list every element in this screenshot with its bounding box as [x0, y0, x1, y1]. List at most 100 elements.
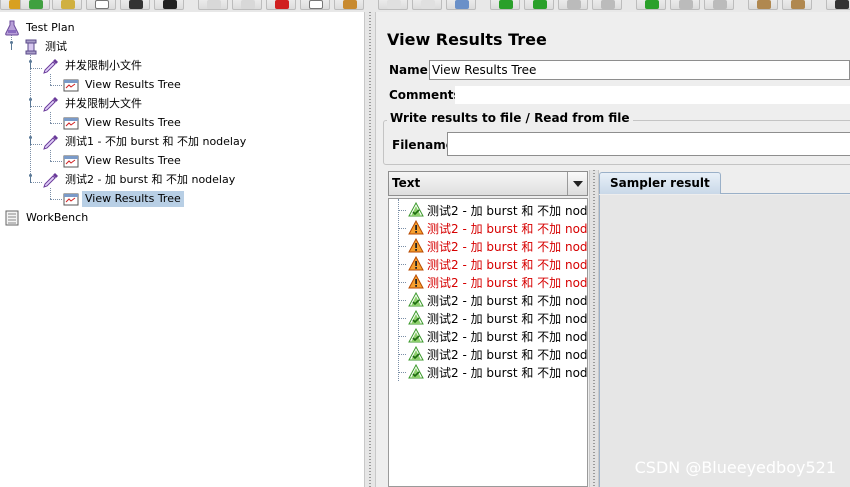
success-check-icon — [408, 327, 424, 344]
toolbar-button-clear-all-icon[interactable] — [782, 0, 812, 10]
tree-node-workbench[interactable]: WorkBench — [4, 209, 91, 227]
result-list-item[interactable]: 测试2 - 加 burst 和 不加 nodelay — [389, 237, 588, 255]
main-toolbar — [0, 0, 850, 12]
test-plan-tree: Test Plan 测试 并发限制小文件 View Results Tree 并… — [0, 12, 364, 487]
tree-node-sampler[interactable]: 测试2 - 加 burst 和 不加 nodelay — [43, 171, 238, 189]
result-list-item[interactable]: 测试2 - 加 burst 和 不加 nodelay — [389, 273, 587, 291]
renderer-select[interactable]: Text — [388, 171, 588, 196]
toolbar-button-paste-icon[interactable] — [334, 0, 364, 10]
toolbar-button-close-icon[interactable] — [86, 0, 116, 10]
result-list-item-label: 测试2 - 加 burst 和 不加 nodelay — [427, 347, 588, 362]
result-list-item[interactable]: 测试2 - 加 burst 和 不加 nodelay — [389, 219, 588, 237]
tab-sampler-result[interactable]: Sampler result — [599, 172, 721, 194]
toolbar-button-remote-stop-icon[interactable] — [670, 0, 700, 10]
toolbar-button-open-icon[interactable] — [52, 0, 82, 10]
results-tree-listener-icon — [63, 153, 79, 169]
toolbar-button-search-icon[interactable] — [826, 0, 850, 10]
toolbar-button-save-screenshot-icon[interactable] — [154, 0, 184, 10]
results-tree-listener-icon — [63, 115, 79, 131]
renderer-select-value: Text — [392, 176, 421, 190]
results-split-divider[interactable] — [589, 170, 599, 487]
result-list-item[interactable]: 测试2 - 加 burst 和 不加 nodelay — [389, 201, 588, 219]
sampler-result-body — [599, 195, 850, 487]
tree-toggle-handle-icon[interactable] — [27, 98, 34, 107]
result-list-item[interactable]: 测试2 - 加 burst 和 不加 nodelay — [389, 363, 588, 381]
toolbar-button-undo-icon[interactable] — [198, 0, 228, 10]
result-list-item[interactable]: 测试2 - 加 burst 和 不加 nodelay — [389, 345, 588, 363]
result-list-item[interactable]: 测试2 - 加 burst 和 不加 nodelay — [389, 291, 588, 309]
result-list-item-label: 测试2 - 加 burst 和 不加 nodelay — [427, 239, 588, 254]
toolbar-button-remote-start-icon[interactable] — [636, 0, 666, 10]
tree-node-view-results-tree[interactable]: View Results Tree — [63, 114, 184, 132]
tree-node-sampler[interactable]: 并发限制小文件 — [43, 57, 145, 75]
toolbar-button-start-icon[interactable] — [490, 0, 520, 10]
http-sampler-pipette-icon — [43, 172, 59, 188]
results-tree-listener-icon — [63, 77, 79, 93]
toolbar-button-start-no-timers-icon[interactable] — [524, 0, 554, 10]
results-tree-listener-icon — [63, 191, 79, 207]
http-sampler-pipette-icon — [43, 134, 59, 150]
page-title: View Results Tree — [387, 30, 547, 49]
result-list-item-label: 测试2 - 加 burst 和 不加 nodelay — [427, 293, 588, 308]
tree-node-thread-group[interactable]: 测试 — [23, 38, 70, 56]
toolbar-button-copy-icon[interactable] — [300, 0, 330, 10]
filename-label: Filename — [392, 138, 454, 152]
toolbar-button-redo-icon[interactable] — [232, 0, 262, 10]
result-list-item-label: 测试2 - 加 burst 和 不加 nodelay — [427, 203, 588, 218]
tree-toggle-handle-icon[interactable] — [27, 174, 34, 183]
toolbar-button-toggle-icon[interactable] — [446, 0, 476, 10]
view-results-tree-panel: View Results Tree Name: Comments: Write … — [377, 12, 850, 487]
sample-results-list: 测试2 - 加 burst 和 不加 nodelay 测试2 - 加 burst … — [388, 198, 588, 487]
warning-triangle-icon — [408, 219, 424, 236]
http-sampler-pipette-icon — [43, 96, 59, 112]
toolbar-button-stop-icon[interactable] — [558, 0, 588, 10]
test-plan-flask-icon — [4, 20, 20, 36]
main-split-divider[interactable] — [364, 12, 376, 487]
success-check-icon — [408, 363, 424, 380]
comments-label: Comments: — [389, 88, 466, 102]
watermark: CSDN @Blueeyedboy521 — [634, 458, 836, 477]
detail-tab-strip: Sampler result — [599, 170, 850, 194]
toolbar-button-templates-icon[interactable] — [20, 0, 50, 10]
name-label: Name: — [389, 63, 433, 77]
http-sampler-pipette-icon — [43, 58, 59, 74]
comments-field[interactable] — [455, 86, 850, 104]
result-list-item-label: 测试2 - 加 burst 和 不加 nodelay — [427, 311, 588, 326]
name-field[interactable] — [429, 60, 850, 80]
filename-field[interactable] — [447, 132, 850, 156]
tree-toggle-handle-icon[interactable] — [27, 136, 34, 145]
success-check-icon — [408, 291, 424, 308]
result-list-item[interactable]: 测试2 - 加 burst 和 不加 nodelay — [389, 309, 588, 327]
result-list-item-label: 测试2 - 加 burst 和 不加 nodelay — [427, 257, 588, 272]
toolbar-button-collapse-icon[interactable] — [412, 0, 442, 10]
toolbar-button-remote-shutdown-icon[interactable] — [704, 0, 734, 10]
result-list-item[interactable]: 测试2 - 加 burst 和 不加 nodelay — [389, 255, 588, 273]
workbench-icon — [4, 210, 20, 226]
warning-triangle-icon — [408, 237, 424, 254]
result-list-item[interactable]: 测试2 - 加 burst 和 不加 nodelay — [389, 327, 588, 345]
tree-node-test-plan[interactable]: Test Plan — [4, 19, 78, 37]
result-list-item-label: 测试2 - 加 burst 和 不加 nodelay — [427, 365, 588, 380]
tree-node-view-results-tree[interactable]: View Results Tree — [63, 76, 184, 94]
tree-node-view-results-tree[interactable]: View Results Tree — [63, 152, 184, 170]
tree-node-view-results-tree-selected[interactable]: View Results Tree — [63, 190, 184, 208]
toolbar-button-clear-icon[interactable] — [748, 0, 778, 10]
toolbar-button-shutdown-icon[interactable] — [592, 0, 622, 10]
success-check-icon — [408, 309, 424, 326]
success-check-icon — [408, 201, 424, 218]
warning-triangle-icon — [408, 273, 424, 290]
toolbar-button-cut-icon[interactable] — [266, 0, 296, 10]
toolbar-button-save-icon[interactable] — [120, 0, 150, 10]
result-list-item-label: 测试2 - 加 burst 和 不加 nodelay — [427, 221, 588, 236]
warning-triangle-icon — [408, 255, 424, 272]
tree-node-sampler[interactable]: 并发限制大文件 — [43, 95, 145, 113]
tree-node-sampler[interactable]: 测试1 - 不加 burst 和 不加 nodelay — [43, 133, 249, 151]
thread-group-spool-icon — [23, 39, 39, 55]
write-results-group-title: Write results to file / Read from file — [387, 111, 633, 125]
result-list-item-label: 测试2 - 加 burst 和 不加 nodelay — [427, 329, 588, 344]
toolbar-button-expand-icon[interactable] — [378, 0, 408, 10]
tree-toggle-handle-icon[interactable] — [27, 60, 34, 69]
chevron-down-icon[interactable] — [567, 172, 587, 195]
success-check-icon — [408, 345, 424, 362]
tree-toggle-handle-icon[interactable] — [8, 41, 15, 50]
